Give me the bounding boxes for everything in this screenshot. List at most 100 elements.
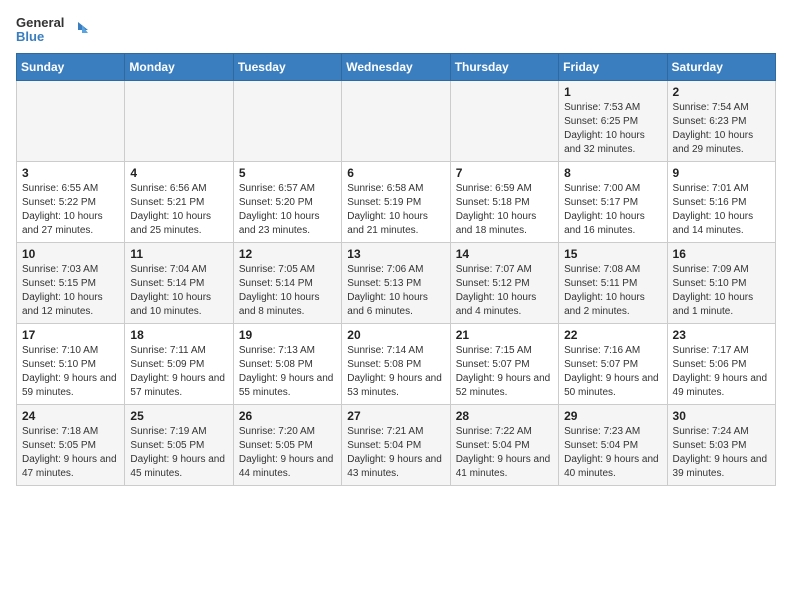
day-info: Sunrise: 7:18 AM Sunset: 5:05 PM Dayligh… <box>22 425 119 481</box>
day-info: Sunrise: 7:11 AM Sunset: 5:09 PM Dayligh… <box>130 344 227 400</box>
calendar-cell: 6 Sunrise: 6:58 AM Sunset: 5:19 PM Daylig… <box>342 161 450 242</box>
day-info: Sunrise: 7:05 AM Sunset: 5:14 PM Dayligh… <box>239 263 336 319</box>
day-info: Sunrise: 7:17 AM Sunset: 5:06 PM Dayligh… <box>673 344 770 400</box>
calendar-cell: 18 Sunrise: 7:11 AM Sunset: 5:09 PM Dayli… <box>125 323 233 404</box>
calendar-cell: 22Sunrise: 7:16 AM Sunset: 5:07 PM Dayli… <box>559 323 667 404</box>
weekday-header-monday: Monday <box>125 53 233 80</box>
day-info: Sunrise: 7:20 AM Sunset: 5:05 PM Dayligh… <box>239 425 336 481</box>
calendar-cell: 14 Sunrise: 7:07 AM Sunset: 5:12 PM Dayli… <box>450 242 558 323</box>
day-number: 23 <box>673 328 770 342</box>
weekday-header-thursday: Thursday <box>450 53 558 80</box>
day-number: 17 <box>22 328 119 342</box>
day-number: 5 <box>239 166 336 180</box>
calendar-cell: 9 Sunrise: 7:01 AM Sunset: 5:16 PM Daylig… <box>667 161 775 242</box>
calendar-cell: 28Sunrise: 7:22 AM Sunset: 5:04 PM Dayli… <box>450 404 558 485</box>
day-number: 29 <box>564 409 661 423</box>
day-number: 15 <box>564 247 661 261</box>
calendar-week-row: 3Sunrise: 6:55 AM Sunset: 5:22 PM Daylig… <box>17 161 776 242</box>
day-info: Sunrise: 7:19 AM Sunset: 5:05 PM Dayligh… <box>130 425 227 481</box>
day-number: 3 <box>22 166 119 180</box>
day-number: 6 <box>347 166 444 180</box>
calendar-cell: 12 Sunrise: 7:05 AM Sunset: 5:14 PM Dayli… <box>233 242 341 323</box>
day-number: 2 <box>673 85 770 99</box>
calendar-cell: 19 Sunrise: 7:13 AM Sunset: 5:08 PM Dayli… <box>233 323 341 404</box>
day-number: 14 <box>456 247 553 261</box>
day-number: 25 <box>130 409 227 423</box>
weekday-header-wednesday: Wednesday <box>342 53 450 80</box>
calendar-cell: 7 Sunrise: 6:59 AM Sunset: 5:18 PM Daylig… <box>450 161 558 242</box>
logo-bird-icon <box>68 20 88 40</box>
calendar-cell: 2 Sunrise: 7:54 AM Sunset: 6:23 PM Daylig… <box>667 80 775 161</box>
day-info: Sunrise: 7:01 AM Sunset: 5:16 PM Dayligh… <box>673 182 770 238</box>
calendar-cell: 15 Sunrise: 7:08 AM Sunset: 5:11 PM Dayli… <box>559 242 667 323</box>
day-number: 9 <box>673 166 770 180</box>
calendar-table: SundayMondayTuesdayWednesdayThursdayFrid… <box>16 53 776 486</box>
day-number: 24 <box>22 409 119 423</box>
day-info: Sunrise: 7:09 AM Sunset: 5:10 PM Dayligh… <box>673 263 770 319</box>
day-info: Sunrise: 7:24 AM Sunset: 5:03 PM Dayligh… <box>673 425 770 481</box>
day-number: 8 <box>564 166 661 180</box>
day-info: Sunrise: 7:03 AM Sunset: 5:15 PM Dayligh… <box>22 263 119 319</box>
calendar-week-row: 24 Sunrise: 7:18 AM Sunset: 5:05 PM Dayli… <box>17 404 776 485</box>
calendar-cell: 4 Sunrise: 6:56 AM Sunset: 5:21 PM Daylig… <box>125 161 233 242</box>
day-info: Sunrise: 6:57 AM Sunset: 5:20 PM Dayligh… <box>239 182 336 238</box>
day-info: Sunrise: 7:06 AM Sunset: 5:13 PM Dayligh… <box>347 263 444 319</box>
day-number: 28 <box>456 409 553 423</box>
day-number: 21 <box>456 328 553 342</box>
weekday-header-saturday: Saturday <box>667 53 775 80</box>
day-info: Sunrise: 6:56 AM Sunset: 5:21 PM Dayligh… <box>130 182 227 238</box>
logo: General Blue <box>16 16 88 45</box>
day-number: 7 <box>456 166 553 180</box>
logo-container: General Blue <box>16 16 64 45</box>
calendar-week-row: 1 Sunrise: 7:53 AM Sunset: 6:25 PM Daylig… <box>17 80 776 161</box>
day-info: Sunrise: 6:59 AM Sunset: 5:18 PM Dayligh… <box>456 182 553 238</box>
day-info: Sunrise: 7:04 AM Sunset: 5:14 PM Dayligh… <box>130 263 227 319</box>
day-info: Sunrise: 7:10 AM Sunset: 5:10 PM Dayligh… <box>22 344 119 400</box>
day-number: 26 <box>239 409 336 423</box>
calendar-cell: 3Sunrise: 6:55 AM Sunset: 5:22 PM Daylig… <box>17 161 125 242</box>
day-number: 27 <box>347 409 444 423</box>
day-info: Sunrise: 7:08 AM Sunset: 5:11 PM Dayligh… <box>564 263 661 319</box>
calendar-cell: 23 Sunrise: 7:17 AM Sunset: 5:06 PM Dayli… <box>667 323 775 404</box>
day-info: Sunrise: 6:58 AM Sunset: 5:19 PM Dayligh… <box>347 182 444 238</box>
calendar-cell: 10 Sunrise: 7:03 AM Sunset: 5:15 PM Dayli… <box>17 242 125 323</box>
day-number: 13 <box>347 247 444 261</box>
day-number: 10 <box>22 247 119 261</box>
weekday-header-row: SundayMondayTuesdayWednesdayThursdayFrid… <box>17 53 776 80</box>
day-number: 20 <box>347 328 444 342</box>
calendar-cell: 11 Sunrise: 7:04 AM Sunset: 5:14 PM Dayli… <box>125 242 233 323</box>
calendar-cell <box>450 80 558 161</box>
day-number: 4 <box>130 166 227 180</box>
day-number: 30 <box>673 409 770 423</box>
calendar-cell: 27 Sunrise: 7:21 AM Sunset: 5:04 PM Dayli… <box>342 404 450 485</box>
calendar-cell: 29 Sunrise: 7:23 AM Sunset: 5:04 PM Dayli… <box>559 404 667 485</box>
day-info: Sunrise: 7:07 AM Sunset: 5:12 PM Dayligh… <box>456 263 553 319</box>
day-info: Sunrise: 7:21 AM Sunset: 5:04 PM Dayligh… <box>347 425 444 481</box>
calendar-cell: 13 Sunrise: 7:06 AM Sunset: 5:13 PM Dayli… <box>342 242 450 323</box>
logo-blue: Blue <box>16 30 64 44</box>
calendar-cell: 26 Sunrise: 7:20 AM Sunset: 5:05 PM Dayli… <box>233 404 341 485</box>
calendar-cell: 8 Sunrise: 7:00 AM Sunset: 5:17 PM Daylig… <box>559 161 667 242</box>
calendar-cell: 25 Sunrise: 7:19 AM Sunset: 5:05 PM Dayli… <box>125 404 233 485</box>
day-number: 12 <box>239 247 336 261</box>
header: General Blue <box>16 16 776 45</box>
day-info: Sunrise: 7:14 AM Sunset: 5:08 PM Dayligh… <box>347 344 444 400</box>
day-number: 18 <box>130 328 227 342</box>
calendar-week-row: 17 Sunrise: 7:10 AM Sunset: 5:10 PM Dayli… <box>17 323 776 404</box>
day-number: 19 <box>239 328 336 342</box>
day-number: 1 <box>564 85 661 99</box>
calendar-cell: 17 Sunrise: 7:10 AM Sunset: 5:10 PM Dayli… <box>17 323 125 404</box>
day-number: 11 <box>130 247 227 261</box>
day-info: Sunrise: 7:13 AM Sunset: 5:08 PM Dayligh… <box>239 344 336 400</box>
logo-general: General <box>16 16 64 30</box>
calendar-cell <box>342 80 450 161</box>
day-info: Sunrise: 7:54 AM Sunset: 6:23 PM Dayligh… <box>673 101 770 157</box>
day-info: Sunrise: 7:00 AM Sunset: 5:17 PM Dayligh… <box>564 182 661 238</box>
day-number: 16 <box>673 247 770 261</box>
calendar-cell: 5 Sunrise: 6:57 AM Sunset: 5:20 PM Daylig… <box>233 161 341 242</box>
day-info: Sunrise: 7:23 AM Sunset: 5:04 PM Dayligh… <box>564 425 661 481</box>
weekday-header-sunday: Sunday <box>17 53 125 80</box>
calendar-cell: 30 Sunrise: 7:24 AM Sunset: 5:03 PM Dayli… <box>667 404 775 485</box>
day-info: Sunrise: 7:53 AM Sunset: 6:25 PM Dayligh… <box>564 101 661 157</box>
day-number: 22 <box>564 328 661 342</box>
